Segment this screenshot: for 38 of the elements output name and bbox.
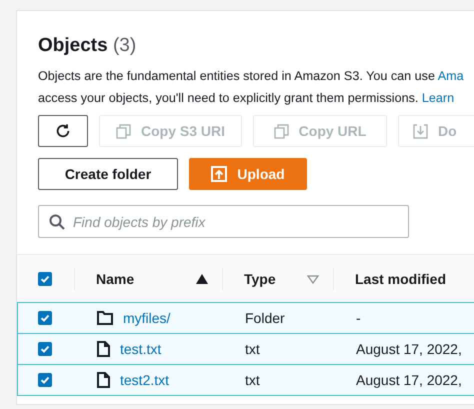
object-name-link[interactable]: test.txt: [120, 341, 162, 357]
table-cell: -: [356, 310, 361, 326]
copy-icon: [116, 124, 131, 138]
table-row[interactable]: test.txt txt August 17, 2022,: [17, 333, 474, 365]
download-icon: [413, 124, 428, 138]
table-row[interactable]: myfiles/ Folder -: [17, 302, 474, 334]
checkbox[interactable]: [38, 311, 52, 325]
file-icon: [97, 372, 110, 388]
object-name-link[interactable]: myfiles/: [123, 310, 170, 326]
table-cell: August 17, 2022,: [356, 372, 462, 388]
create-folder-button[interactable]: Create folder: [38, 158, 178, 190]
description-text: Objects are the fundamental entities stored in Amazon S3. You can use Ama access your objects, you'll need to explicitly grant them permissions. Learn: [38, 68, 465, 107]
table-row[interactable]: test2.txt txt August 17, 2022,: [17, 364, 474, 396]
checkbox[interactable]: [38, 373, 52, 387]
copy-icon: [274, 124, 289, 138]
column-header[interactable]: Name: [96, 271, 134, 287]
upload-icon: [211, 166, 228, 182]
refresh-icon: [55, 122, 71, 140]
column-header[interactable]: Type: [244, 271, 276, 287]
table-cell: Folder: [245, 310, 285, 326]
learn-more-link[interactable]: Learn: [422, 91, 454, 105]
table-cell: txt: [245, 372, 260, 388]
checkbox[interactable]: [38, 342, 52, 356]
object-name-link[interactable]: test2.txt: [120, 372, 170, 388]
link[interactable]: Ama: [438, 69, 464, 83]
sort-icon[interactable]: [307, 274, 319, 284]
search-icon: [49, 214, 65, 230]
table-cell: August 17, 2022,: [356, 341, 462, 357]
folder-icon: [97, 311, 113, 325]
refresh-button[interactable]: [38, 115, 88, 147]
file-icon: [97, 341, 110, 357]
panel-title: Objects (3): [38, 35, 138, 57]
search-field[interactable]: Find objects by prefix: [38, 205, 409, 238]
checkbox[interactable]: [38, 272, 52, 286]
table-cell: txt: [245, 341, 260, 357]
sort-ascending-icon[interactable]: [196, 274, 208, 284]
upload-button[interactable]: Upload: [189, 158, 307, 190]
column-header[interactable]: Last modified: [355, 271, 446, 287]
